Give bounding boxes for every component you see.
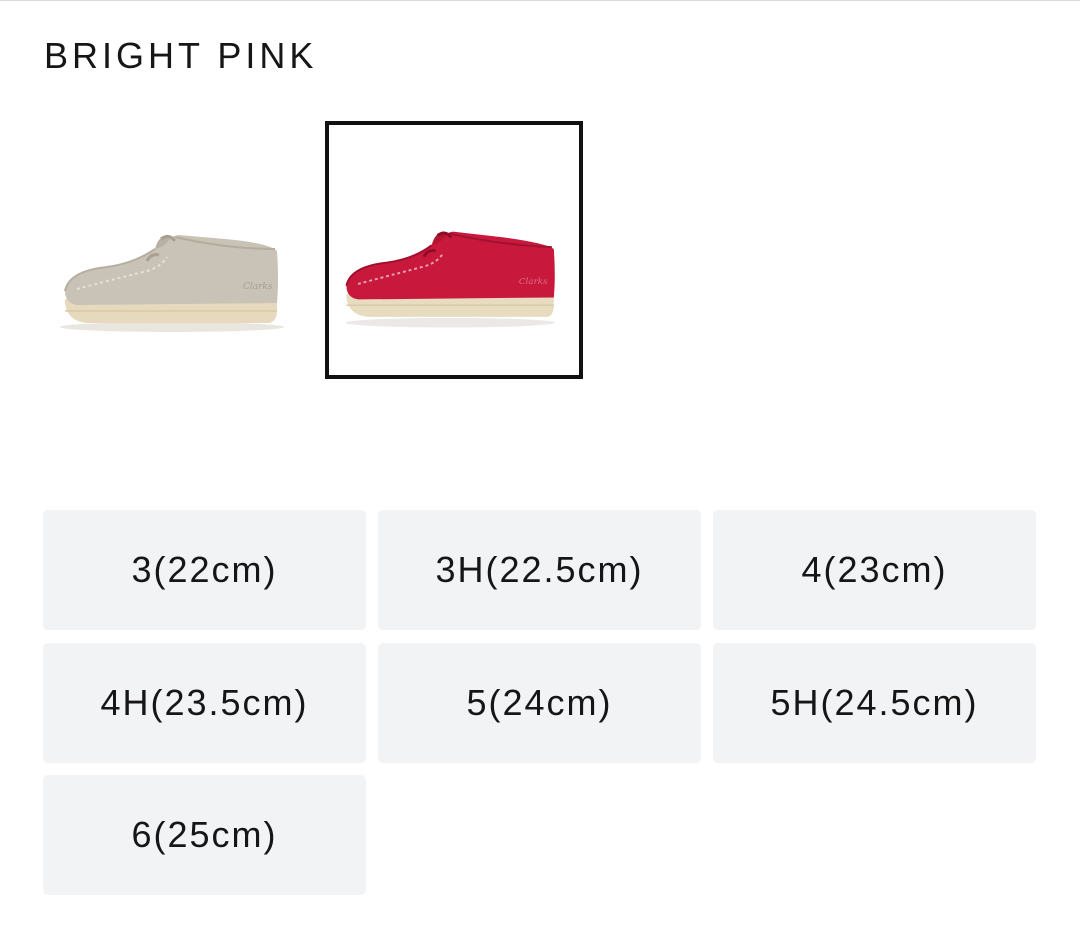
size-option-4h[interactable]: 4H(23.5cm) [43, 643, 366, 763]
sand-suede-shoe-image: Clarks [60, 234, 284, 332]
size-option-4[interactable]: 4(23cm) [713, 510, 1036, 630]
svg-text:Clarks: Clarks [243, 282, 273, 292]
bright-pink-suede-shoe-image: Clarks [345, 231, 555, 328]
selected-color-name: BRIGHT PINK [44, 35, 318, 76]
size-option-3[interactable]: 3(22cm) [43, 510, 366, 630]
color-swatch-sand[interactable]: Clarks [47, 121, 305, 379]
size-option-5h[interactable]: 5H(24.5cm) [713, 643, 1036, 763]
size-option-6[interactable]: 6(25cm) [43, 775, 366, 895]
top-divider [0, 0, 1080, 1]
size-option-5[interactable]: 5(24cm) [378, 643, 701, 763]
size-option-3h[interactable]: 3H(22.5cm) [378, 510, 701, 630]
color-swatch-bright-pink[interactable]: Clarks [325, 121, 583, 379]
svg-text:Clarks: Clarks [519, 277, 548, 287]
